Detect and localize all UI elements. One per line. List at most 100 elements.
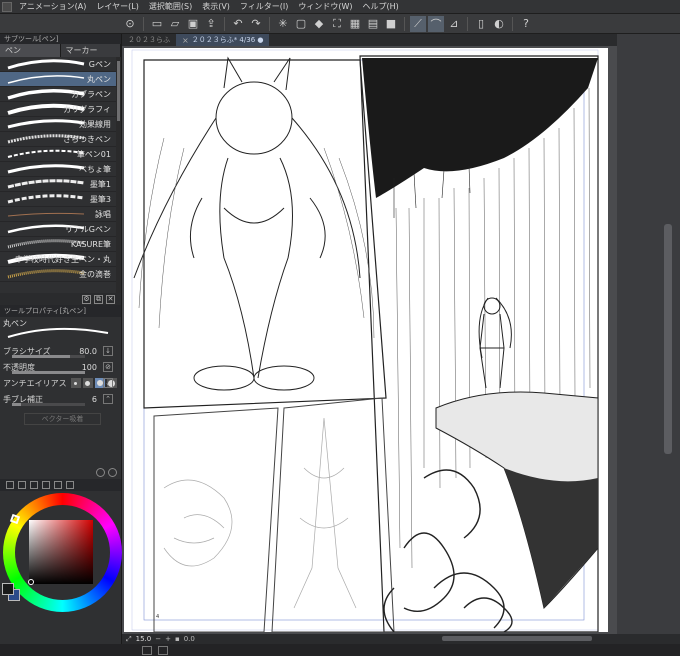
crop-icon[interactable]: ▤ — [365, 16, 381, 32]
document-tab-label: ２０２３らふ — [128, 36, 170, 44]
companion-icon[interactable]: ◐ — [491, 16, 507, 32]
zoom-level[interactable]: 15.0 — [136, 635, 152, 643]
stabilization-row[interactable]: 手ブレ補正 6 ⌃ — [0, 391, 121, 407]
menu-view[interactable]: 表示(V) — [197, 1, 235, 12]
color-wheel-tab-icon[interactable] — [6, 481, 14, 489]
zoom-in-icon[interactable]: + — [165, 635, 171, 643]
select-icon[interactable]: ■ — [383, 16, 399, 32]
brush-item[interactable]: カブラペン — [0, 87, 121, 102]
menu-help[interactable]: ヘルプ(H) — [358, 1, 404, 12]
menu-filter[interactable]: フィルター(I) — [235, 1, 293, 12]
brush-item[interactable]: 金の滴巻 — [0, 267, 121, 282]
brush-item[interactable]: 筆ペン01 — [0, 147, 121, 162]
approximate-color-tab-icon[interactable] — [54, 481, 62, 489]
snap-special-ruler-icon[interactable]: ⌒ — [428, 15, 444, 32]
stabilization-value[interactable]: 6 — [92, 395, 97, 404]
brush-size-slider[interactable] — [12, 355, 85, 358]
brush-item[interactable]: ざらつきペン — [0, 132, 121, 147]
stabilization-slider[interactable] — [12, 403, 85, 406]
clear-icon[interactable]: ▢ — [293, 16, 309, 32]
vector-snap-button[interactable]: ベクター吸着 — [24, 413, 101, 425]
brush-item[interactable]: 墨筆1 — [0, 177, 121, 192]
brush-item[interactable]: リアルGペン — [0, 222, 121, 237]
app-menu-icon[interactable] — [2, 1, 12, 12]
opacity-link-icon[interactable]: ⊘ — [103, 362, 113, 372]
canvas-vertical-scrollbar[interactable] — [617, 34, 680, 634]
settings-icon[interactable]: ⚙ — [82, 294, 91, 304]
undo-icon[interactable]: ↶ — [230, 16, 246, 32]
opacity-slider[interactable] — [12, 371, 85, 374]
scrollbar-thumb[interactable] — [664, 224, 672, 454]
saturation-value-square[interactable] — [29, 520, 93, 584]
layer-icon[interactable] — [142, 645, 152, 655]
separator — [467, 16, 468, 31]
color-slider-tab-icon[interactable] — [18, 481, 26, 489]
page-icon[interactable] — [158, 645, 168, 655]
property-panel-icons — [96, 468, 117, 477]
intermediate-color-tab-icon[interactable] — [42, 481, 50, 489]
document-tab-active[interactable]: × ２０２３らふ* 4/36 ● — [176, 34, 270, 46]
open-folder-icon[interactable]: ▱ — [167, 16, 183, 32]
trash-icon[interactable]: ✕ — [106, 294, 115, 304]
rotate-icon[interactable]: ▪ — [175, 635, 180, 643]
brush-stroke-preview — [7, 119, 85, 129]
canvas-area[interactable]: 4 — [122, 46, 617, 634]
antialias-weak-option[interactable] — [82, 378, 93, 388]
loading-icon[interactable]: ✳ — [275, 16, 291, 32]
save-icon[interactable]: ▣ — [185, 16, 201, 32]
snap-ruler-icon[interactable]: ⟋ — [410, 15, 426, 32]
deselect-icon[interactable]: ▦ — [347, 16, 363, 32]
brush-item[interactable]: Gペン — [0, 57, 121, 72]
snap-grid-icon[interactable]: ⊿ — [446, 16, 462, 32]
brush-list-scrollbar[interactable] — [116, 57, 121, 293]
brush-item[interactable]: べちょ筆 — [0, 162, 121, 177]
scrollbar-thumb[interactable] — [117, 61, 120, 121]
stabilization-stepper[interactable]: ⌃ — [103, 394, 113, 404]
brush-item[interactable]: KASURE筆 — [0, 237, 121, 252]
tab-pen-label: ペン — [5, 46, 21, 55]
device-icon[interactable]: ▯ — [473, 16, 489, 32]
brush-item[interactable]: 中学校時代好き生ペン・丸 — [0, 252, 121, 267]
duplicate-icon[interactable]: ⧉ — [94, 294, 103, 304]
app-icon[interactable]: ⊙ — [122, 16, 138, 32]
tab-pen[interactable]: ペン — [0, 44, 61, 57]
menu-layer[interactable]: レイヤー(L) — [91, 1, 143, 12]
color-picker-marker[interactable] — [28, 579, 34, 585]
export-icon[interactable]: ⇪ — [203, 16, 219, 32]
antialias-none-option[interactable] — [70, 378, 81, 388]
fill-icon[interactable]: ◆ — [311, 16, 327, 32]
left-panel: サブツール[ペン] ペン マーカー Gペン 丸ペン カブラペン カリグラフィ 効… — [0, 34, 122, 656]
chevron-down-icon[interactable]: ⌄ — [103, 378, 113, 388]
document-tab[interactable]: ２０２３らふ — [122, 34, 176, 46]
wrench-settings-icon[interactable] — [108, 468, 117, 477]
help-icon[interactable]: ? — [518, 16, 534, 32]
transform-icon[interactable]: ⛶ — [329, 16, 345, 32]
menu-animation[interactable]: アニメーション(A) — [14, 1, 91, 12]
brush-item[interactable]: 墨筆3 — [0, 192, 121, 207]
brush-name: Gペン — [88, 59, 111, 69]
manga-page[interactable]: 4 — [124, 48, 608, 633]
close-icon[interactable]: × — [182, 36, 189, 45]
new-file-icon[interactable]: ▭ — [149, 16, 165, 32]
horizontal-scrollbar-thumb[interactable] — [442, 636, 592, 641]
navigator-icon[interactable]: ⤢ — [126, 635, 132, 644]
brush-size-row[interactable]: ブラシサイズ 80.0 ↓ — [0, 343, 121, 359]
menu-selection[interactable]: 選択範囲(S) — [144, 1, 197, 12]
brush-item-selected[interactable]: 丸ペン — [0, 72, 121, 87]
brush-item[interactable]: 詠唱 — [0, 207, 121, 222]
brush-name: 金の滴巻 — [79, 269, 111, 279]
brush-item[interactable]: カリグラフィ — [0, 102, 121, 117]
rotation-angle[interactable]: 0.0 — [184, 635, 195, 643]
color-history-tab-icon[interactable] — [66, 481, 74, 489]
menu-window[interactable]: ウィンドウ(W) — [293, 1, 357, 12]
opacity-row[interactable]: 不透明度 100 ⊘ — [0, 359, 121, 375]
color-set-tab-icon[interactable] — [30, 481, 38, 489]
redo-icon[interactable]: ↷ — [248, 16, 264, 32]
foreground-color-swatch[interactable] — [2, 583, 14, 595]
brush-item[interactable]: 効果線用 — [0, 117, 121, 132]
zoom-out-icon[interactable]: − — [155, 635, 161, 643]
antialias-label: アンチエイリアス — [3, 378, 67, 388]
tab-marker[interactable]: マーカー — [60, 44, 121, 57]
wrench-icon[interactable] — [96, 468, 105, 477]
brush-size-down-icon[interactable]: ↓ — [103, 346, 113, 356]
